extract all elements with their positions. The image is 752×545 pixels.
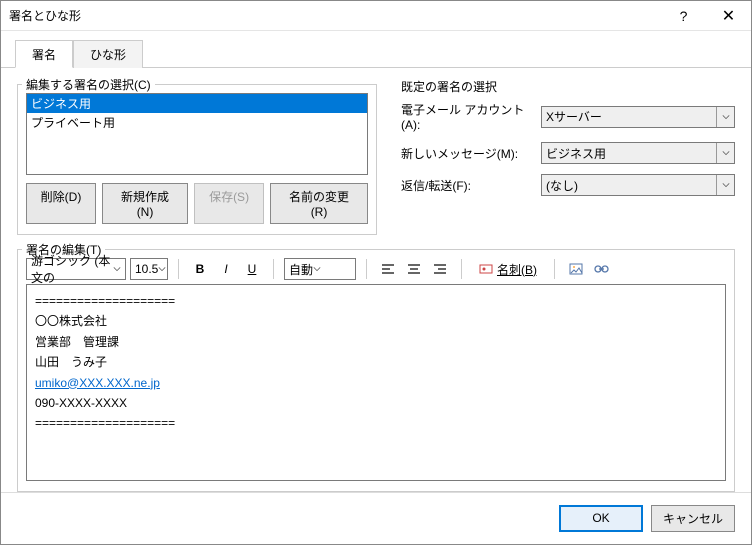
align-left-icon[interactable] — [377, 258, 399, 280]
chevron-down-icon — [716, 143, 734, 163]
reply-combo[interactable]: (なし) — [541, 174, 735, 196]
list-item[interactable]: プライベート用 — [27, 113, 367, 132]
picture-icon[interactable] — [565, 258, 587, 280]
align-right-icon[interactable] — [429, 258, 451, 280]
tab-signature[interactable]: 署名 — [15, 40, 73, 68]
tab-bar: 署名 ひな形 — [1, 31, 751, 68]
window-title: 署名とひな形 — [9, 7, 661, 24]
color-combo[interactable]: 自動 — [284, 258, 356, 280]
account-label: 電子メール アカウント(A): — [401, 101, 541, 132]
email-link[interactable]: umiko@XXX.XXX.ne.jp — [35, 376, 160, 390]
chevron-down-icon — [716, 107, 734, 127]
italic-button[interactable]: I — [215, 258, 237, 280]
chevron-down-icon — [158, 262, 166, 276]
delete-button[interactable]: 削除(D) — [26, 183, 96, 224]
tab-stationery[interactable]: ひな形 — [73, 40, 143, 68]
chevron-down-icon — [716, 175, 734, 195]
signature-edit-group: 署名の編集(T) 游ゴシック (本文の 10.5 B I U 自動 名刺(B) … — [17, 249, 735, 492]
rename-button[interactable]: 名前の変更(R) — [270, 183, 368, 224]
signature-select-legend: 編集する署名の選択(C) — [22, 76, 155, 93]
chevron-down-icon — [313, 262, 321, 276]
account-combo[interactable]: Xサーバー — [541, 106, 735, 128]
default-signature-legend: 既定の署名の選択 — [401, 78, 735, 95]
default-signature-group: 既定の署名の選択 電子メール アカウント(A): Xサーバー 新しいメッセージ(… — [397, 78, 735, 235]
help-button[interactable]: ? — [661, 1, 706, 31]
newmsg-label: 新しいメッセージ(M): — [401, 145, 541, 162]
new-button[interactable]: 新規作成(N) — [102, 183, 188, 224]
title-bar: 署名とひな形 ? ✕ — [1, 1, 751, 31]
signature-editor[interactable]: ==================== 〇〇株式会社 営業部 管理課 山田 う… — [26, 284, 726, 481]
link-icon[interactable] — [591, 258, 613, 280]
save-button: 保存(S) — [194, 183, 264, 224]
card-button[interactable]: 名刺(B) — [472, 258, 544, 280]
list-item[interactable]: ビジネス用 — [27, 94, 367, 113]
newmsg-combo[interactable]: ビジネス用 — [541, 142, 735, 164]
size-combo[interactable]: 10.5 — [130, 258, 168, 280]
signature-select-group: 編集する署名の選択(C) ビジネス用 プライベート用 削除(D) 新規作成(N)… — [17, 84, 377, 235]
underline-button[interactable]: U — [241, 258, 263, 280]
dialog-footer: OK キャンセル — [1, 492, 751, 544]
reply-label: 返信/転送(F): — [401, 177, 541, 194]
align-center-icon[interactable] — [403, 258, 425, 280]
chevron-down-icon — [113, 262, 121, 276]
font-combo[interactable]: 游ゴシック (本文の — [26, 258, 126, 280]
close-button[interactable]: ✕ — [706, 1, 751, 31]
bold-button[interactable]: B — [189, 258, 211, 280]
cancel-button[interactable]: キャンセル — [651, 505, 735, 532]
signature-listbox[interactable]: ビジネス用 プライベート用 — [26, 93, 368, 175]
editor-toolbar: 游ゴシック (本文の 10.5 B I U 自動 名刺(B) — [26, 258, 726, 280]
ok-button[interactable]: OK — [559, 505, 643, 532]
